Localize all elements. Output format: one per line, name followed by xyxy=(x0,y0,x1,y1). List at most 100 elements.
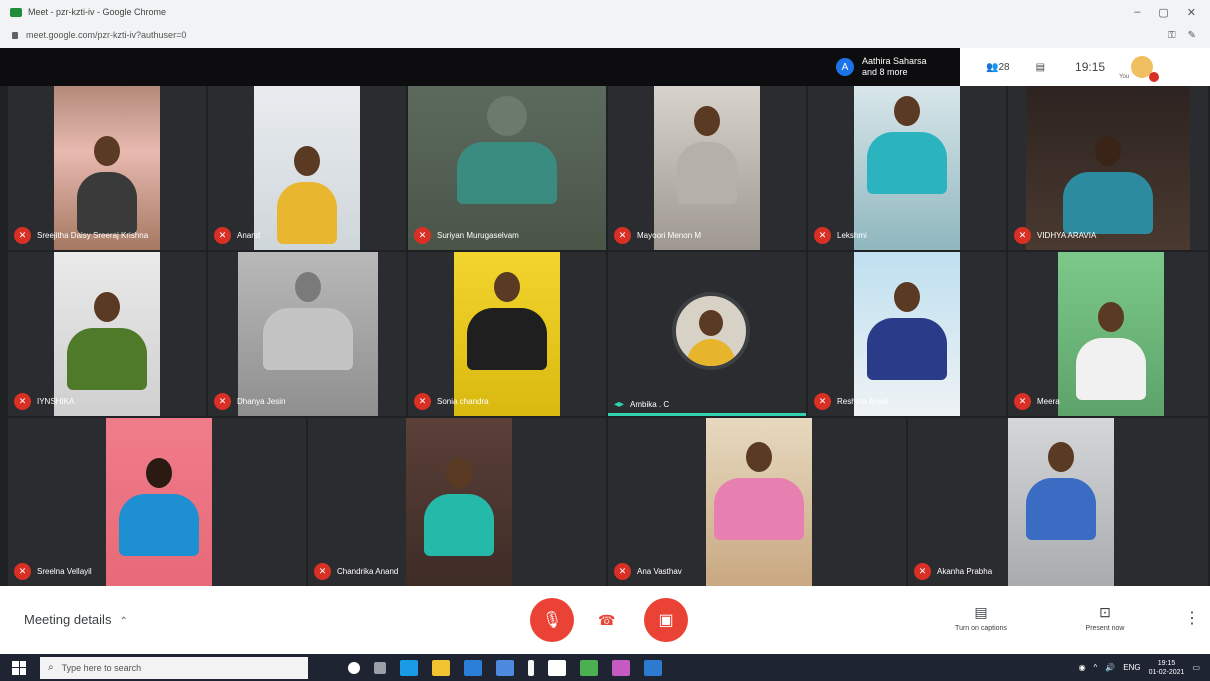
mic-off-icon: ✕ xyxy=(914,563,931,580)
edge-icon[interactable] xyxy=(400,659,418,676)
meet-favicon-icon xyxy=(10,7,22,17)
top-actions: 👥28 ▤ 19:15 You xyxy=(960,48,1210,86)
name-tag: ◂▸ Ambika . C xyxy=(614,399,669,410)
people-icon: 👥 xyxy=(986,61,999,73)
participant-figure xyxy=(867,96,947,194)
name-tag: ✕ Ana Vasthav xyxy=(614,563,682,580)
taskbar-clock[interactable]: 19:15 01-02-2021 xyxy=(1149,659,1185,677)
participant-name: Meera xyxy=(1037,397,1060,406)
video-feed xyxy=(1058,252,1164,416)
participant-tile[interactable]: ✕ Suriyan Murugaselvam xyxy=(408,86,606,250)
participant-tile[interactable]: ✕ Mayoori Menon M xyxy=(608,86,806,250)
participant-figure xyxy=(119,458,199,556)
video-feed xyxy=(54,86,160,250)
self-avatar[interactable]: You xyxy=(1119,56,1160,82)
network-icon[interactable]: ◉ xyxy=(1079,663,1086,672)
chrome-icon[interactable] xyxy=(580,659,598,676)
language-indicator[interactable]: ENG xyxy=(1123,663,1140,672)
participant-tile[interactable]: ✕ IYNSHIKA xyxy=(8,252,206,416)
present-label: Present now xyxy=(1085,625,1125,632)
participant-tile[interactable]: ✕ Sreelna Vellayil xyxy=(8,418,306,586)
hangup-button[interactable]: ☎ xyxy=(598,612,615,629)
mic-off-icon: ✕ xyxy=(14,393,31,410)
participant-tile[interactable]: ✕ Sonia chandra xyxy=(408,252,606,416)
extension-icon[interactable]: ✎ xyxy=(1188,30,1196,41)
task-view-icon[interactable] xyxy=(374,661,386,674)
minimize-button[interactable]: – xyxy=(1134,6,1140,19)
video-feed xyxy=(454,252,560,416)
participant-figure xyxy=(277,146,337,244)
volume-icon[interactable]: 🔊 xyxy=(1105,663,1115,672)
participant-tile[interactable]: ✕ Chandrika Anand xyxy=(308,418,606,586)
participant-name: Sonia chandra xyxy=(437,397,489,406)
participant-tile[interactable]: ✕ Lekshmi xyxy=(808,86,1006,250)
name-tag: ✕ Reshma Anjali xyxy=(814,393,888,410)
chat-icon: ▤ xyxy=(1035,61,1046,73)
present-now-button[interactable]: ⊡ Present now xyxy=(1060,604,1150,632)
participant-name: Sreejitha Daisy Sreeraj Krishna xyxy=(37,231,149,240)
participant-figure xyxy=(1026,442,1096,540)
address-bar[interactable]: meet.google.com/pzr-kzti-iv?authuser=0 ⚿… xyxy=(0,24,1210,46)
notifications-icon[interactable]: ▭ xyxy=(1192,663,1200,672)
word-icon[interactable] xyxy=(644,659,662,676)
video-feed xyxy=(854,252,960,416)
key-icon[interactable]: ⚿ xyxy=(1168,30,1176,41)
meeting-details-label: Meeting details xyxy=(24,612,112,627)
participant-tile[interactable]: ✕ VIDHYA ARAVIA xyxy=(1008,86,1208,250)
name-tag: ✕ Chandrika Anand xyxy=(314,563,398,580)
participant-tile[interactable]: ✕ Reshma Anjali xyxy=(808,252,1006,416)
participant-name: VIDHYA ARAVIA xyxy=(1037,231,1097,240)
video-feed xyxy=(854,86,960,250)
captions-label: Turn on captions xyxy=(955,625,1007,632)
mic-off-icon: ✕ xyxy=(214,393,231,410)
name-tag: ✕ Sreejitha Daisy Sreeraj Krishna xyxy=(14,227,148,244)
chat-button[interactable]: ▤ xyxy=(1036,62,1045,73)
meet-top-panel: A Aathira Saharsa and 8 more 👥28 ▤ 19:15… xyxy=(828,48,1210,86)
mic-off-icon: ✕ xyxy=(814,227,831,244)
mic-toggle-button[interactable]: 🎙 xyxy=(530,598,574,642)
windows-start-icon[interactable] xyxy=(12,660,26,675)
name-tag: ✕ Suriyan Murugaselvam xyxy=(414,227,519,244)
app-icon[interactable] xyxy=(612,659,630,676)
participants-chip[interactable]: A Aathira Saharsa and 8 more xyxy=(828,48,960,86)
participant-tile[interactable]: ✕ Anand xyxy=(208,86,406,250)
window-controls: – ▢ ✕ xyxy=(1134,6,1196,19)
browser-chrome: Meet - pzr-kzti-iv - Google Chrome – ▢ ✕… xyxy=(0,0,1210,48)
tray-chevron-icon[interactable]: ^ xyxy=(1094,663,1098,672)
dropbox-icon[interactable] xyxy=(496,659,514,676)
name-tag: ✕ Sonia chandra xyxy=(414,393,489,410)
video-feed xyxy=(54,252,160,416)
video-feed xyxy=(238,252,378,416)
captions-button[interactable]: ▤ Turn on captions xyxy=(936,604,1026,632)
speaking-icon: ◂▸ xyxy=(614,399,625,410)
search-placeholder: Type here to search xyxy=(61,662,142,673)
url-text[interactable]: meet.google.com/pzr-kzti-iv?authuser=0 xyxy=(26,30,186,40)
camera-toggle-button[interactable]: ▣ xyxy=(644,598,688,642)
maximize-button[interactable]: ▢ xyxy=(1158,6,1168,19)
participant-name: IYNSHIKA xyxy=(37,397,75,406)
power-icon[interactable] xyxy=(528,659,534,676)
taskbar-search[interactable]: ⌕ Type here to search xyxy=(40,656,308,679)
participant-tile[interactable]: ✕ Meera xyxy=(1008,252,1208,416)
participant-tile[interactable]: ✕ Sreejitha Daisy Sreeraj Krishna xyxy=(8,86,206,250)
mic-off-icon: ✕ xyxy=(214,227,231,244)
meeting-details-button[interactable]: Meeting details ⌃ xyxy=(24,612,128,627)
participant-name: Sreelna Vellayil xyxy=(37,567,92,576)
participant-tile[interactable]: ✕ Akanha Prabha xyxy=(908,418,1208,586)
file-explorer-icon[interactable] xyxy=(432,659,450,676)
video-feed xyxy=(408,86,606,250)
presenter-tile[interactable]: ◂▸ Ambika . C xyxy=(608,252,806,416)
name-tag: ✕ Sreelna Vellayil xyxy=(14,563,92,580)
people-button[interactable]: 👥28 xyxy=(986,62,1010,73)
mail-icon[interactable] xyxy=(464,659,482,676)
video-feed xyxy=(1026,86,1190,250)
close-button[interactable]: ✕ xyxy=(1187,6,1196,19)
participant-figure xyxy=(677,106,737,204)
search-icon: ⌕ xyxy=(48,662,54,673)
cortana-icon[interactable] xyxy=(348,661,360,674)
store-icon[interactable] xyxy=(548,659,566,676)
participant-tile[interactable]: ✕ Ana Vasthav xyxy=(608,418,906,586)
participant-name: Ambika . C xyxy=(630,400,670,409)
participant-tile[interactable]: ✕ Dhanya Jesin xyxy=(208,252,406,416)
more-options-button[interactable]: ⋮ xyxy=(1184,608,1200,628)
